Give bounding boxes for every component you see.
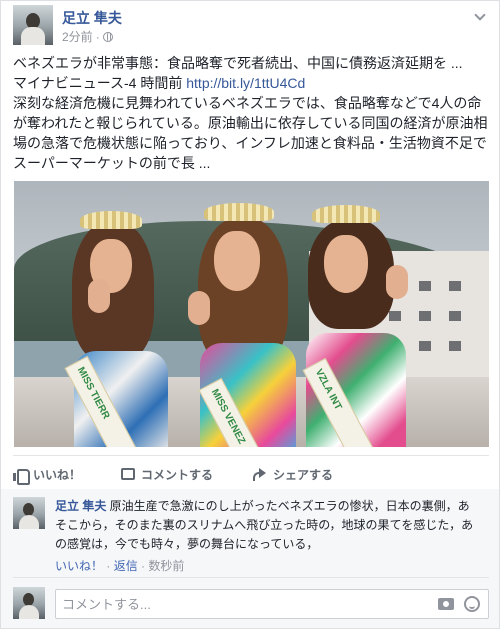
crown [80,211,142,229]
comment-dot: · [137,559,149,573]
post-text-line: ベネズエラが非常事態：食品略奪で死者続出、中国に債務返済延期を ... [13,55,463,71]
waving-hand [88,279,110,313]
post-text-line: マイナビニュース-4 時間前 http://bit.ly/1ttU4Cd [13,73,493,93]
avatar [13,497,45,529]
like-label: いいね！ [33,467,82,482]
globe-icon[interactable] [102,31,113,42]
comment-reply-link[interactable]: 返信 [114,559,138,573]
comments-section: 足立 隼夫 原油生産で急激にのし上がったベネズエラの惨状，日本の裏側，あ そこか… [1,489,499,628]
avatar-body [19,605,39,619]
divider [13,577,489,578]
emoji-icon[interactable] [464,596,480,612]
crown [312,205,380,223]
camera-icon[interactable] [438,598,454,610]
comment-text: 原油生産で急激にのし上がったベネズエラの惨状，日本の裏側，あ [106,499,470,513]
post-photo[interactable]: MISS TIERR MISS VENEZ VZLA INT [14,181,489,447]
comment-button[interactable]: コメントする [121,466,213,483]
comment-icon [121,468,136,480]
like-button[interactable]: いいね！ [13,466,82,485]
share-label: シェアする [273,467,334,482]
post-text-line: スーパーマーケットの前で長 ... [13,155,211,171]
avatar-body [19,515,39,529]
divider [13,455,489,456]
window [449,281,461,291]
chevron-down-icon[interactable] [475,11,485,21]
post-meta: 2分前 · [62,28,113,45]
avatar [13,587,45,619]
comment-avatar[interactable] [13,497,45,529]
comment-composer[interactable] [55,589,489,619]
post-time[interactable]: 2分前 [62,28,93,45]
comment-input[interactable] [62,594,422,614]
photo-person-left [64,211,184,447]
comment-time[interactable]: 数秒前 [148,559,184,573]
face [324,235,368,293]
crown [204,203,274,221]
comment-actions: いいね！ · 返信 · 数秒前 [55,557,184,574]
post-text-line: 場の急落で危機状態に陥っており、インフレ加速と食料品・生活物資不足で [13,135,487,151]
comment-label: コメントする [141,467,214,482]
comment-line: そこから，そのまた裏のスリナムへ飛び立った時の，地球の果てを感じた，あ [55,518,474,532]
meta-separator: · [95,29,100,44]
waving-hand [386,265,408,299]
comment-like-link[interactable]: いいね！ [55,559,103,573]
post-text: ベネズエラが非常事態：食品略奪で死者続出、中国に債務返済延期を ... マイナビ… [13,53,493,173]
news-source: マイナビニュース-4 時間前 [13,75,187,91]
share-button[interactable]: シェアする [253,466,333,483]
author-name[interactable]: 足立 隼夫 [62,8,122,28]
thumbs-up-icon [13,468,30,485]
post-link[interactable]: http://bit.ly/1ttU4Cd [186,75,305,91]
post-text-line: 深刻な経済危機に見舞われているベネズエラでは、食品略奪などで4人の命 [13,95,482,111]
share-icon [253,468,267,481]
comment-line: 足立 隼夫 原油生産で急激にのし上がったベネズエラの惨状，日本の裏側，あ [55,497,485,516]
comment-body: 足立 隼夫 原油生産で急激にのし上がったベネズエラの惨状，日本の裏側，あ そこか… [55,497,485,554]
comment-line: の感覚は，今でも時々，夢の舞台になっている， [55,537,319,551]
action-bar: いいね！ コメントする シェアする [13,461,489,487]
post-card: 足立 隼夫 2分前 · ベネズエラが非常事態：食品略奪で死者続出、中国に債務返済… [0,0,500,629]
post-text-line: が奪われたと報じられている。原油輸出に依存している同国の経済が原油相 [13,115,488,131]
photo-person-right [294,205,424,447]
author-avatar[interactable] [13,5,53,45]
post-header: 足立 隼夫 2分前 · [13,5,489,47]
waving-hand [188,291,210,325]
comment-dot: · [103,559,114,573]
face [214,231,260,291]
window [449,341,461,351]
comment-author[interactable]: 足立 隼夫 [55,499,106,513]
avatar-body [21,27,45,45]
window [449,311,461,321]
reply-avatar [13,587,45,619]
